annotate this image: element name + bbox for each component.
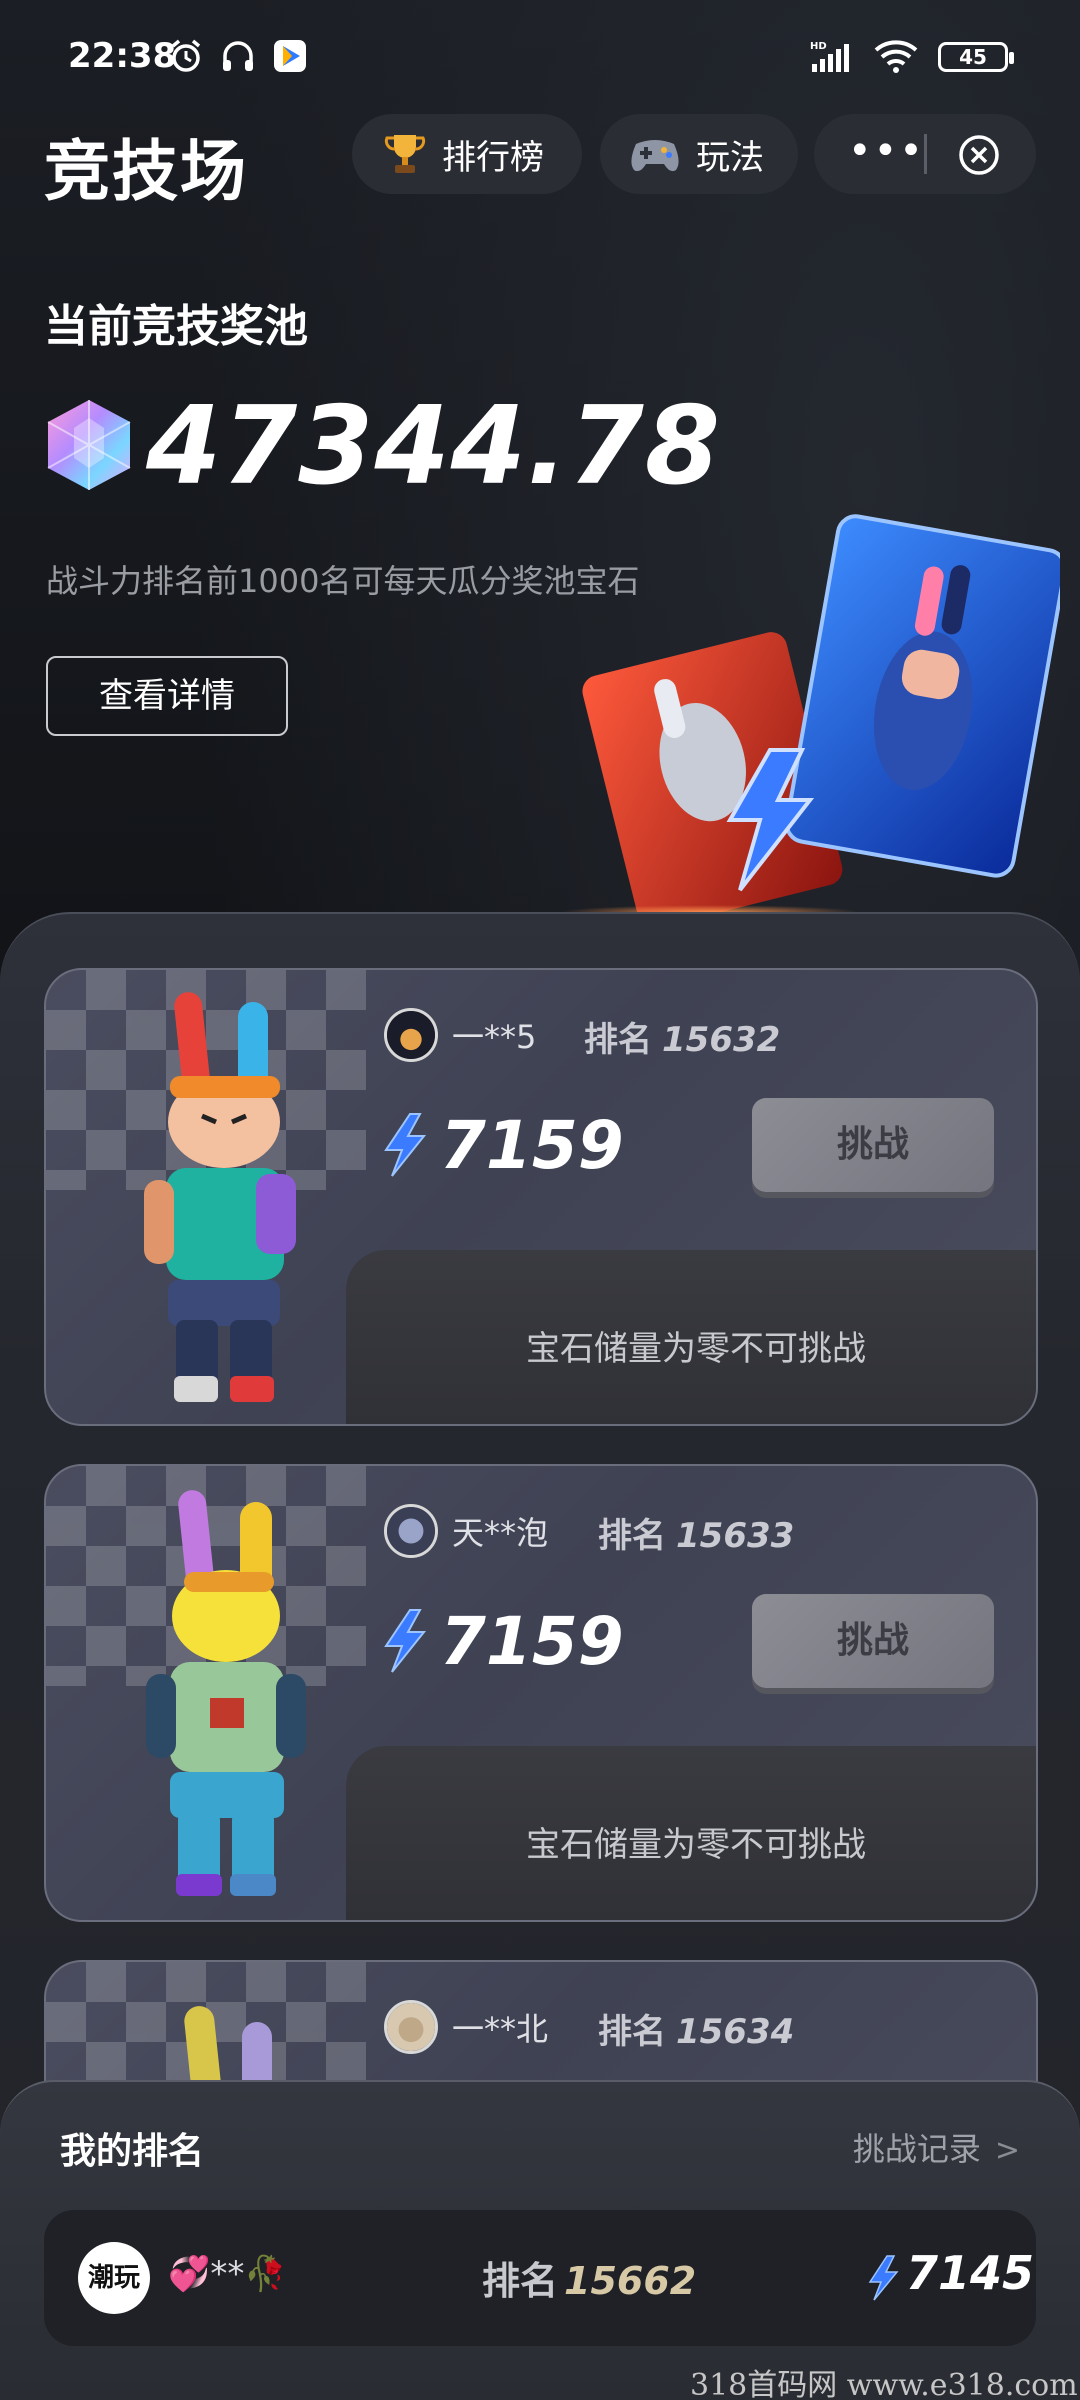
pool-amount: 47344.78 bbox=[146, 384, 722, 509]
rank-label: 排名 bbox=[598, 2012, 666, 2052]
player-name: 一**北 bbox=[452, 2010, 549, 2048]
rank-label: 排名 bbox=[598, 1516, 666, 1556]
player-avatar[interactable] bbox=[384, 2000, 438, 2054]
player-name: 天**泡 bbox=[452, 1514, 549, 1552]
network-label: HD bbox=[810, 41, 827, 52]
lightning-icon bbox=[384, 1113, 427, 1177]
my-name: 💞**🥀 bbox=[168, 2254, 287, 2294]
challenge-status: 宝石储量为零不可挑战 bbox=[346, 1746, 1036, 1920]
view-details-button[interactable]: 查看详情 bbox=[46, 656, 288, 736]
my-avatar[interactable]: 潮玩 bbox=[78, 2242, 150, 2314]
player-rank: 排名 15634 bbox=[598, 2004, 794, 2053]
combat-power: 7159 bbox=[440, 1107, 624, 1184]
close-icon[interactable] bbox=[958, 134, 1000, 176]
battery-indicator: 45 bbox=[938, 42, 1014, 72]
battery-level: 45 bbox=[959, 45, 987, 69]
ranking-label: 排行榜 bbox=[442, 137, 544, 178]
rank-label: 排名 bbox=[482, 2259, 559, 2303]
miniapp-capsule: ••• bbox=[814, 114, 1036, 194]
rank-label: 排名 bbox=[584, 1020, 652, 1060]
capsule-divider bbox=[924, 134, 927, 174]
challenge-history-link[interactable]: 挑战记录 > bbox=[853, 2124, 1020, 2170]
player-avatar[interactable] bbox=[384, 1008, 438, 1062]
player-name: 一**5 bbox=[452, 1018, 537, 1056]
opponent-card: 天**泡 排名 15633 7159 挑战 宝石储量为零不可挑战 bbox=[44, 1464, 1038, 1922]
watermark: 318首码网 www.e318.com bbox=[690, 2368, 1078, 2400]
page-title: 竞技场 bbox=[44, 133, 248, 210]
gem-icon bbox=[47, 400, 131, 490]
player-rank: 排名 15633 bbox=[598, 1508, 794, 1557]
my-rank-title: 我的排名 bbox=[60, 2131, 205, 2172]
my-combat-power: 7145 bbox=[906, 2246, 1035, 2300]
my-rank: 排名 15662 bbox=[482, 2250, 696, 2305]
rank-number: 15633 bbox=[676, 1516, 795, 1556]
player-avatar[interactable] bbox=[384, 1504, 438, 1558]
opponent-card: 一**5 排名 15632 7159 挑战 宝石储量为零不可挑战 bbox=[44, 968, 1038, 1426]
howto-label: 玩法 bbox=[696, 137, 764, 178]
combat-power: 7159 bbox=[440, 1603, 624, 1680]
challenge-status: 宝石储量为零不可挑战 bbox=[346, 1250, 1036, 1424]
challenge-button[interactable]: 挑战 bbox=[752, 1594, 994, 1688]
pool-title: 当前竞技奖池 bbox=[44, 301, 308, 352]
rank-number: 15632 bbox=[662, 1020, 781, 1060]
trophy-icon bbox=[384, 135, 426, 173]
rank-number: 15634 bbox=[676, 2012, 795, 2052]
challenge-history-label: 挑战记录 bbox=[852, 2130, 981, 2168]
bearbrick-figure-image bbox=[146, 1490, 306, 1896]
bearbrick-figure-image bbox=[144, 992, 296, 1402]
rank-number: 15662 bbox=[564, 2259, 697, 2303]
battle-cards-illustration bbox=[582, 514, 1060, 920]
my-rank-row: 潮玩 💞**🥀 排名 15662 7145 bbox=[44, 2210, 1036, 2346]
play-store-icon bbox=[274, 40, 306, 72]
ranking-button[interactable]: 排行榜 bbox=[352, 114, 582, 194]
signal-icon: HD bbox=[810, 41, 849, 72]
pool-description: 战斗力排名前1000名可每天瓜分奖池宝石 bbox=[46, 562, 640, 600]
wifi-icon bbox=[874, 40, 918, 73]
status-time: 22:38 bbox=[68, 36, 177, 76]
more-button[interactable]: ••• bbox=[848, 131, 925, 171]
gamepad-icon bbox=[631, 140, 679, 172]
player-rank: 排名 15632 bbox=[584, 1012, 780, 1061]
alarm-icon bbox=[171, 39, 201, 72]
lightning-icon bbox=[384, 1609, 427, 1673]
howto-button[interactable]: 玩法 bbox=[600, 114, 798, 194]
challenge-button[interactable]: 挑战 bbox=[752, 1098, 994, 1192]
headphones-icon bbox=[223, 41, 253, 71]
lightning-icon bbox=[868, 2255, 899, 2301]
status-bar: 22:38 HD 45 bbox=[0, 0, 1080, 110]
chevron-right-icon: > bbox=[994, 2133, 1020, 2168]
